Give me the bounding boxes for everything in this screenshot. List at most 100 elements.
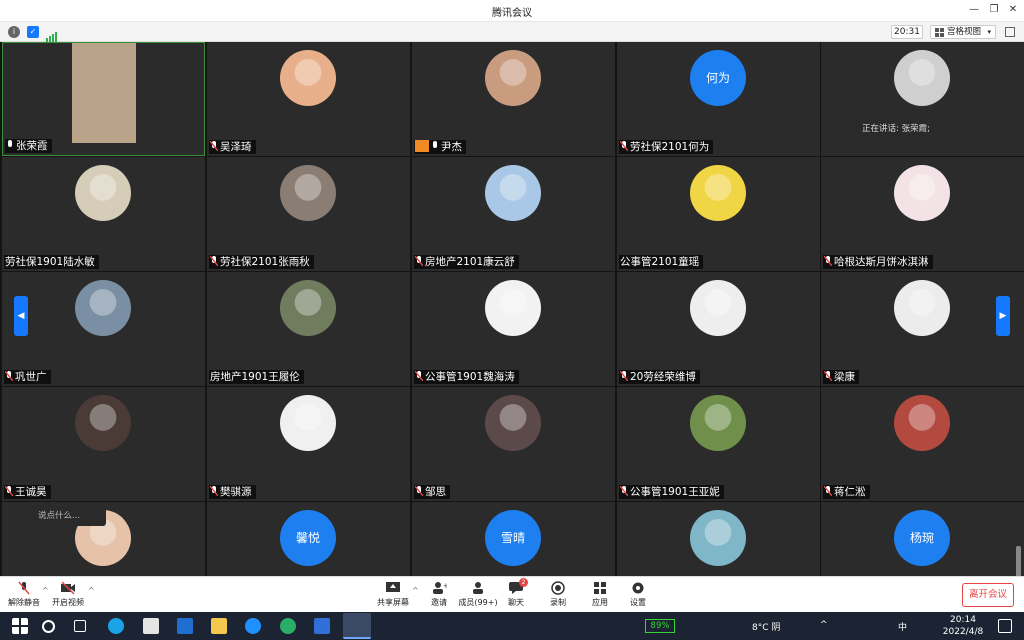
file-explorer-icon[interactable] — [211, 618, 227, 634]
clock-time: 20:14 — [950, 615, 976, 625]
status-bar: i ✓ 20:31 宫格视图 ▾ — [0, 22, 1024, 42]
participant-name-text: 张荣霞 — [16, 140, 48, 152]
participant-tile[interactable]: 20劳经荣维博 — [617, 272, 820, 386]
avatar: 杨琬 — [894, 510, 950, 566]
participant-tile[interactable]: 何为劳社保2101何为 — [617, 42, 820, 156]
participant-tile[interactable]: 蒋仁淞 — [821, 387, 1024, 501]
search-icon[interactable] — [42, 620, 55, 633]
participant-tile[interactable]: 邹思 — [412, 387, 615, 501]
avatar — [75, 280, 131, 336]
fullscreen-icon[interactable] — [1005, 27, 1015, 37]
unmute-label: 解除静音 — [8, 598, 40, 607]
wechat-icon[interactable] — [280, 618, 296, 634]
participant-tile[interactable]: 哈根达斯月饼冰淇淋 — [821, 157, 1024, 271]
share-screen-icon — [386, 582, 400, 592]
participant-tile[interactable]: 尹杰 — [412, 42, 615, 156]
participant-name-text: 劳社保2101何为 — [630, 141, 710, 153]
participant-name-text: 公事管1901王亚妮 — [630, 486, 720, 498]
leave-meeting-button[interactable]: 离开会议 — [962, 583, 1014, 607]
avatar — [894, 165, 950, 221]
info-icon[interactable]: i — [8, 26, 20, 38]
muted-mic-icon — [210, 256, 218, 266]
tencent-meeting-taskbar-icon[interactable] — [343, 613, 371, 639]
participant-tile[interactable]: 房地产1901王履伦 — [207, 272, 410, 386]
participant-tile[interactable]: 王诚昊 — [2, 387, 205, 501]
tray-chevron-icon[interactable]: ^ — [820, 620, 828, 630]
notification-icon[interactable] — [998, 619, 1012, 633]
participant-name-text: 樊骐源 — [220, 486, 252, 498]
participant-tile[interactable]: 樊骐源 — [207, 387, 410, 501]
muted-mic-icon — [824, 486, 832, 496]
unmute-button[interactable]: 解除静音 — [2, 580, 46, 612]
weather-text[interactable]: 8°C 阴 — [752, 620, 780, 633]
muted-mic-icon — [5, 371, 13, 381]
mail-icon[interactable] — [177, 618, 193, 634]
share-screen-label: 共享屏幕 — [377, 598, 409, 607]
participant-name: 房地产2101康云舒 — [414, 255, 519, 269]
start-video-button[interactable]: 开启视频 — [46, 580, 90, 612]
participant-name-text: 劳社保1901陆水敏 — [5, 256, 95, 268]
next-page-button[interactable]: ▶ — [996, 296, 1010, 336]
participant-tile[interactable]: 公事管2101童瑶 — [617, 157, 820, 271]
participant-name: 蒋仁淞 — [823, 485, 870, 499]
avatar — [485, 165, 541, 221]
muted-mic-icon — [415, 371, 423, 381]
mic-icon — [433, 141, 437, 148]
participant-name-text: 邹思 — [425, 486, 446, 498]
svg-text:+: + — [443, 582, 447, 590]
participant-tile[interactable]: 梁康 — [821, 272, 1024, 386]
participant-tile[interactable]: 劳社保1901陆水敏 — [2, 157, 205, 271]
participant-name-text: 公事管2101童瑶 — [620, 256, 700, 268]
participant-tile[interactable]: 吴泽琦 — [207, 42, 410, 156]
maximize-button[interactable]: ❐ — [986, 3, 1002, 17]
share-screen-button[interactable]: 共享屏幕 — [371, 580, 415, 612]
participant-name-text: 梁康 — [834, 371, 855, 383]
avatar — [280, 50, 336, 106]
video-options-chevron[interactable]: ^ — [88, 586, 95, 595]
start-video-label: 开启视频 — [52, 598, 84, 607]
participant-tile[interactable]: 张荣霞 — [2, 42, 205, 156]
chat-unread-badge: 2 — [519, 578, 528, 587]
participant-name: 劳社保1901陆水敏 — [4, 255, 99, 269]
ie-icon[interactable] — [245, 618, 261, 634]
close-button[interactable]: ✕ — [1005, 3, 1021, 17]
chat-button[interactable]: 聊天 — [494, 580, 538, 612]
shield-icon[interactable]: ✓ — [27, 26, 39, 38]
avatar: 何为 — [690, 50, 746, 106]
edge-icon[interactable] — [108, 618, 124, 634]
task-view-icon[interactable] — [74, 620, 86, 632]
settings-button[interactable]: 设置 — [616, 580, 660, 612]
chat-input[interactable]: 说点什么... — [10, 506, 106, 526]
muted-mic-icon — [5, 486, 13, 496]
participant-tile[interactable]: 公事管1901王亚妮 — [617, 387, 820, 501]
participant-tile[interactable]: 房地产2101康云舒 — [412, 157, 615, 271]
mic-icon — [8, 140, 12, 147]
windows-start-icon[interactable] — [12, 618, 28, 634]
participant-video — [72, 43, 136, 143]
avatar — [280, 395, 336, 451]
muted-mic-icon — [620, 371, 628, 381]
participant-name: 尹杰 — [414, 140, 466, 154]
word-icon[interactable] — [314, 618, 330, 634]
participant-tile[interactable]: 劳社保2101张雨秋 — [207, 157, 410, 271]
participant-tile[interactable]: 巩世广 — [2, 272, 205, 386]
window-title: 腾讯会议 — [492, 8, 532, 19]
chat-label: 聊天 — [508, 598, 524, 607]
signal-icon[interactable] — [46, 27, 58, 42]
participant-tile[interactable]: 公事管1901魏海涛 — [412, 272, 615, 386]
minimize-button[interactable]: — — [966, 3, 982, 17]
participant-name-text: 房地产2101康云舒 — [425, 256, 515, 268]
record-button[interactable]: 录制 — [536, 580, 580, 612]
taskbar-clock[interactable]: 20:14 2022/4/8 — [940, 614, 986, 638]
participant-name: 吴泽琦 — [209, 140, 256, 154]
battery-indicator: 89% — [645, 619, 675, 633]
participant-name: 邹思 — [414, 485, 450, 499]
participant-name: 20劳经荣维博 — [619, 370, 700, 384]
view-mode-dropdown[interactable]: 宫格视图 ▾ — [930, 25, 996, 39]
ime-indicator[interactable]: 中 — [898, 620, 907, 633]
participant-name-text: 巩世广 — [15, 371, 47, 383]
prev-page-button[interactable]: ◀ — [14, 296, 28, 336]
store-icon[interactable] — [143, 618, 159, 634]
participant-name: 劳社保2101何为 — [619, 140, 714, 154]
participant-name: 公事管1901魏海涛 — [414, 370, 519, 384]
